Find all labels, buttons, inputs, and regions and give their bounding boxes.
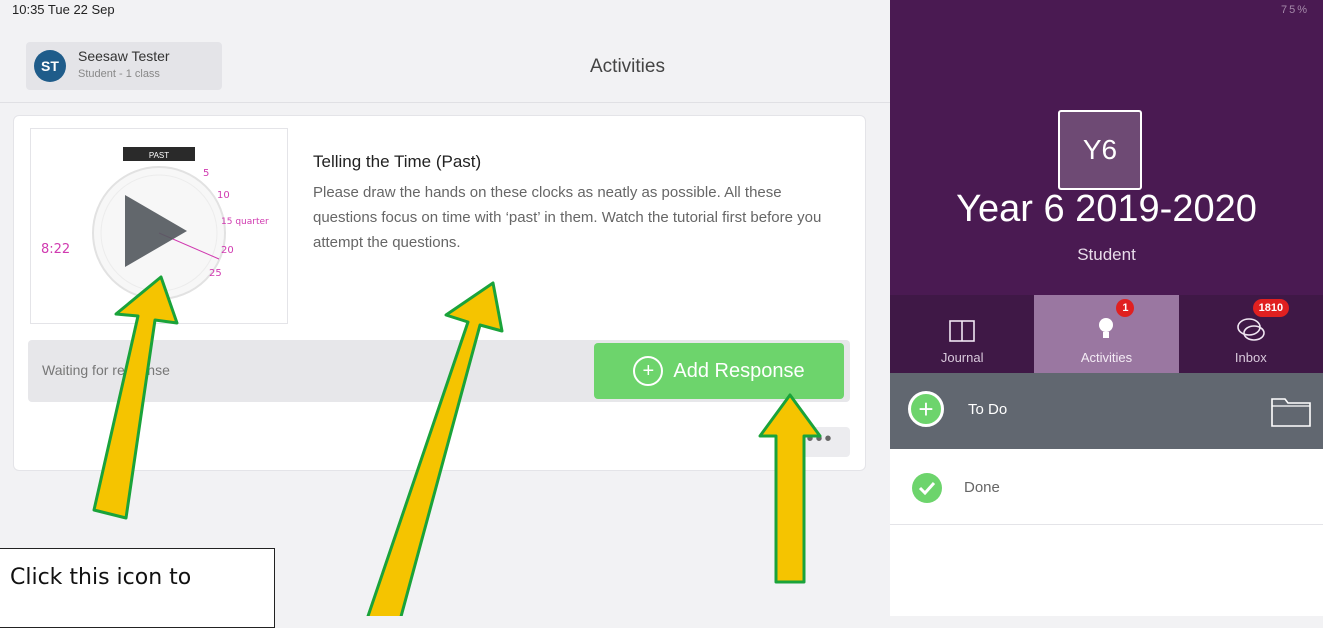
battery-status: 75% — [1280, 4, 1309, 16]
activity-thumbnail[interactable]: PAST 5 10 15 quarter 20 25 8:22 — [30, 128, 288, 324]
class-header: 75% Y6 Year 6 2019-2020 Student — [890, 0, 1323, 295]
notification-badge: 1810 — [1252, 299, 1290, 317]
checkmark-icon — [912, 473, 942, 503]
header-divider — [0, 102, 890, 103]
todo-section[interactable]: + To Do — [890, 373, 1323, 449]
status-time: 10:35 Tue 22 Sep — [12, 2, 115, 17]
notification-badge: 1 — [1116, 299, 1135, 317]
avatar: ST — [34, 50, 66, 82]
add-response-label: Add Response — [673, 359, 805, 382]
user-role: Student - 1 class — [78, 68, 160, 80]
activity-card: PAST 5 10 15 quarter 20 25 8:22 Telling … — [13, 115, 866, 471]
class-role: Student — [1077, 245, 1136, 264]
thumbnail-annotation: 8:22 — [41, 242, 70, 257]
done-label: Done — [964, 479, 1000, 496]
callout-text: Click this icon to — [10, 565, 192, 590]
play-video-button[interactable] — [121, 191, 191, 271]
tab-label: Journal — [940, 350, 984, 365]
thumbnail-annotation: 15 quarter — [221, 217, 269, 227]
tab-journal[interactable]: Journal — [890, 295, 1034, 373]
thumbnail-annotation: 20 — [221, 245, 234, 256]
todo-label: To Do — [968, 401, 1008, 418]
chat-bubbles-icon — [1237, 318, 1265, 341]
class-nav: Journal 1 Activities 1810 Inbox — [890, 295, 1323, 373]
thumbnail-annotation: 10 — [217, 190, 230, 201]
tab-label: Inbox — [1234, 350, 1267, 365]
waiting-status: Waiting for response — [42, 362, 170, 378]
lightbulb-icon — [1099, 318, 1114, 338]
tab-activities[interactable]: 1 Activities — [1034, 295, 1179, 373]
play-icon — [125, 195, 187, 267]
user-switcher[interactable]: ST Seesaw Tester Student - 1 class — [26, 42, 222, 90]
plus-circle-icon: + — [633, 356, 664, 386]
thumbnail-annotation: 5 — [203, 168, 209, 179]
page-title: Activities — [590, 56, 665, 77]
tab-inbox[interactable]: 1810 Inbox — [1179, 295, 1323, 373]
add-response-button[interactable]: + Add Response — [594, 343, 844, 399]
response-bar: Waiting for response + Add Response — [28, 340, 850, 402]
done-section[interactable]: Done — [890, 449, 1323, 525]
plus-icon[interactable]: + — [908, 391, 944, 427]
activity-description: Please draw the hands on these clocks as… — [313, 184, 822, 251]
more-options-button[interactable]: ••• — [790, 427, 850, 457]
activity-title: Telling the Time (Past) — [313, 152, 482, 171]
thumbnail-annotation: 25 — [209, 268, 222, 279]
class-badge: Y6 — [1058, 110, 1142, 190]
right-panel-empty — [890, 525, 1323, 616]
thumbnail-label: PAST — [149, 151, 169, 160]
user-name: Seesaw Tester — [78, 48, 170, 64]
folder-icon[interactable] — [1271, 395, 1311, 427]
status-bar: 10:35 Tue 22 Sep — [0, 0, 890, 30]
class-name: Year 6 2019-2020 — [956, 188, 1257, 230]
tab-label: Activities — [1080, 350, 1133, 365]
book-icon — [949, 320, 975, 342]
instruction-callout: Click this icon to — [0, 548, 275, 628]
